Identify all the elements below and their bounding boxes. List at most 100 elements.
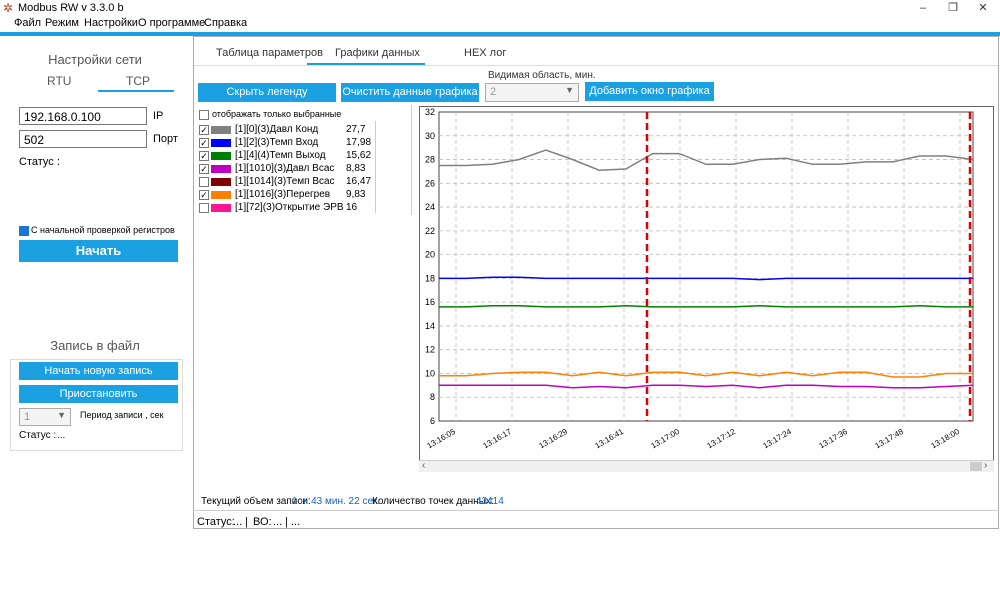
only-selected-checkbox[interactable] <box>199 110 209 120</box>
chart-horizontal-scrollbar[interactable]: ‹ › <box>419 460 994 472</box>
window-title: Modbus RW v 3.3.0 b <box>18 2 124 14</box>
tab-parameters-table[interactable]: Таблица параметров <box>216 47 323 59</box>
clear-chart-button[interactable]: Очистить данные графика <box>341 83 479 102</box>
precheck-checkbox[interactable] <box>19 226 29 236</box>
only-selected-label: отображать только выбранные <box>212 109 342 119</box>
statusbar-status-label: Статус: <box>197 516 235 528</box>
tab-divider <box>194 65 998 66</box>
maximize-button[interactable]: ❐ <box>938 0 968 16</box>
legend-value: 8,83 <box>346 163 366 174</box>
chevron-down-icon: ▼ <box>57 410 66 420</box>
ip-label: IP <box>153 110 164 122</box>
visible-area-label: Видимая область, мин. <box>488 70 596 81</box>
network-settings-title: Настройки сети <box>48 52 142 67</box>
menu-file[interactable]: Файл <box>14 17 41 29</box>
start-button[interactable]: Начать <box>19 240 178 262</box>
tab-data-charts[interactable]: Графики данных <box>335 47 420 59</box>
legend-color-swatch <box>211 139 231 147</box>
series-line <box>439 149 974 171</box>
add-chart-window-button[interactable]: Добавить окно графика <box>585 82 714 101</box>
file-status-value: ... <box>57 430 66 441</box>
legend-checkbox[interactable] <box>199 203 209 213</box>
minimize-button[interactable]: – <box>908 0 938 16</box>
legend-name: [1][1016](3)Перегрев <box>235 189 331 200</box>
y-tick-label: 22 <box>425 226 435 236</box>
visible-area-value: 2 <box>490 86 497 98</box>
legend-checkbox[interactable]: ✓ <box>199 151 209 161</box>
statusbar-separator: | <box>245 516 248 528</box>
tab-tcp[interactable]: TCP <box>126 74 150 88</box>
x-tick-label: 13:18:00 <box>930 427 962 451</box>
menu-mode[interactable]: Режим <box>45 17 79 29</box>
points-count-value: 43414 <box>476 496 504 507</box>
port-label: Порт <box>153 133 178 145</box>
scroll-left-icon[interactable]: ‹ <box>422 460 425 471</box>
legend-checkbox[interactable]: ✓ <box>199 138 209 148</box>
network-status-label: Статус : <box>19 156 60 168</box>
legend-name: [1][1010](3)Давл Всас <box>235 163 335 174</box>
file-record-title: Запись в файл <box>50 338 140 353</box>
period-select-value: 1 <box>24 411 31 423</box>
statusbar-separator: | <box>285 516 288 528</box>
legend-name: [1][1014](3)Темп Всас <box>235 176 335 187</box>
menu-about[interactable]: О программе <box>138 17 205 29</box>
statusbar-status-value: ... <box>233 516 243 528</box>
chevron-down-icon: ▼ <box>565 85 574 95</box>
y-tick-label: 28 <box>425 155 435 165</box>
legend-checkbox[interactable]: ✓ <box>199 125 209 135</box>
precheck-label: С начальной проверкой регистров <box>31 225 175 235</box>
legend-value: 16 <box>346 202 358 213</box>
legend-value: 27,7 <box>346 124 366 135</box>
x-tick-label: 13:17:48 <box>874 427 906 451</box>
app-logo-icon: ✲ <box>3 1 14 15</box>
menu-help[interactable]: Справка <box>204 17 247 29</box>
legend-value: 16,47 <box>346 176 372 187</box>
chart-area[interactable]: 6 8 10 12 14 16 18 20 22 24 26 28 30 32 13:16:05 13:16:… <box>419 106 994 472</box>
legend-color-swatch <box>211 178 231 186</box>
hide-legend-button[interactable]: Скрыть легенду <box>198 83 336 102</box>
legend-checkbox[interactable] <box>199 177 209 187</box>
legend-checkbox[interactable]: ✓ <box>199 190 209 200</box>
ip-input[interactable]: 192.168.0.100 <box>19 107 147 125</box>
legend-color-swatch <box>211 126 231 134</box>
legend-value: 9,83 <box>346 189 366 200</box>
statusbar-extra-value: ... <box>291 516 301 528</box>
pause-button[interactable]: Приостановить <box>19 385 178 403</box>
tab-rtu[interactable]: RTU <box>47 74 71 88</box>
legend-color-swatch <box>211 165 231 173</box>
tab-hex-log[interactable]: HEX лог <box>464 47 506 59</box>
x-tick-label: 13:17:36 <box>818 427 850 451</box>
y-tick-label: 10 <box>425 368 435 378</box>
legend-checkbox[interactable]: ✓ <box>199 164 209 174</box>
legend-name: [1][72](3)Открытие ЭРВ <box>235 202 344 213</box>
scroll-thumb[interactable] <box>970 462 982 471</box>
x-tick-label: 13:17:12 <box>706 427 738 451</box>
new-record-button[interactable]: Начать новую запись <box>19 362 178 380</box>
file-record-box: Начать новую запись Приостановить 1 ▼ Пе… <box>10 359 183 451</box>
y-tick-label: 14 <box>425 321 435 331</box>
series-line <box>439 304 973 308</box>
y-tick-label: 20 <box>425 250 435 260</box>
y-tick-label: 26 <box>425 178 435 188</box>
y-tick-label: 32 <box>425 107 435 117</box>
legend-name: [1][2](3)Темп Вход <box>235 137 319 148</box>
legend-scroll-edge <box>411 105 412 215</box>
legend-divider <box>375 121 376 213</box>
y-tick-label: 6 <box>430 416 435 426</box>
status-bar: Статус: ... | ВО: ... | ... <box>193 510 999 529</box>
x-tick-label: 13:16:29 <box>538 427 570 451</box>
period-select[interactable]: 1 ▼ <box>19 408 71 426</box>
y-tick-label: 12 <box>425 345 435 355</box>
visible-area-select[interactable]: 2 ▼ <box>485 83 579 102</box>
close-button[interactable]: ✕ <box>968 0 998 16</box>
plot-frame <box>438 111 974 422</box>
left-panel: Настройки сети RTU TCP 192.168.0.100 IP … <box>0 36 190 589</box>
menu-settings[interactable]: Настройки <box>84 17 138 29</box>
series-line <box>439 384 974 389</box>
statusbar-bo-value: ... <box>273 516 283 528</box>
legend-value: 17,98 <box>346 137 372 148</box>
title-bar: ✲ Modbus RW v 3.3.0 b – ❐ ✕ <box>0 0 1000 16</box>
scroll-right-icon[interactable]: › <box>984 460 987 471</box>
port-input[interactable]: 502 <box>19 130 147 148</box>
chart-svg: 6 8 10 12 14 16 18 20 22 24 26 28 30 32 13:16:05 13:16:… <box>425 107 974 451</box>
